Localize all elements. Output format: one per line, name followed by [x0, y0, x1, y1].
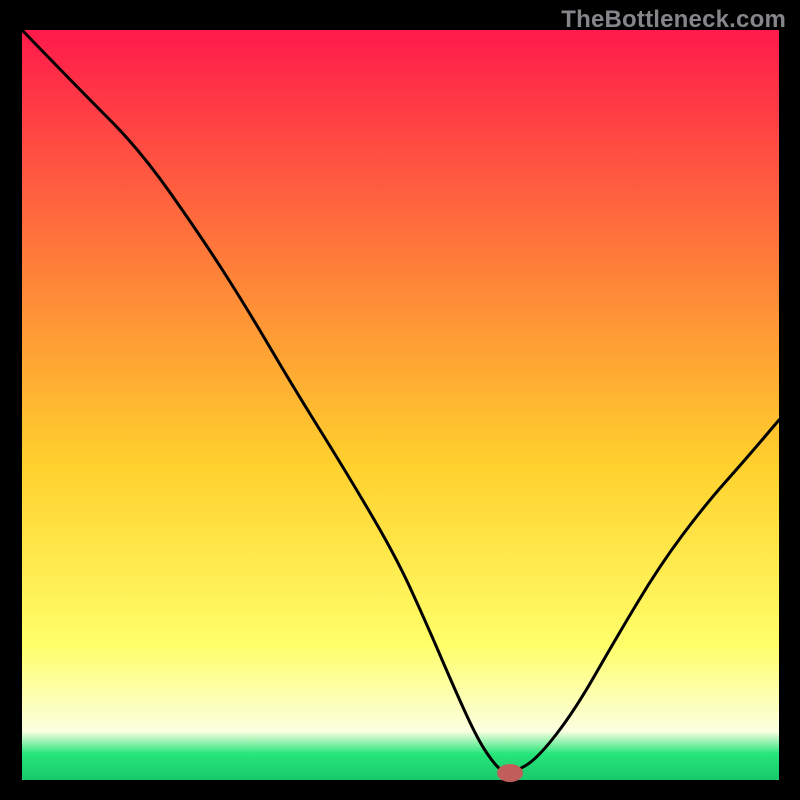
watermark-text: TheBottleneck.com [561, 6, 786, 34]
bottleneck-chart [0, 0, 800, 800]
chart-frame: { "watermark": "TheBottleneck.com", "col… [0, 0, 800, 800]
optimal-marker [497, 764, 523, 782]
plot-background [22, 30, 779, 780]
